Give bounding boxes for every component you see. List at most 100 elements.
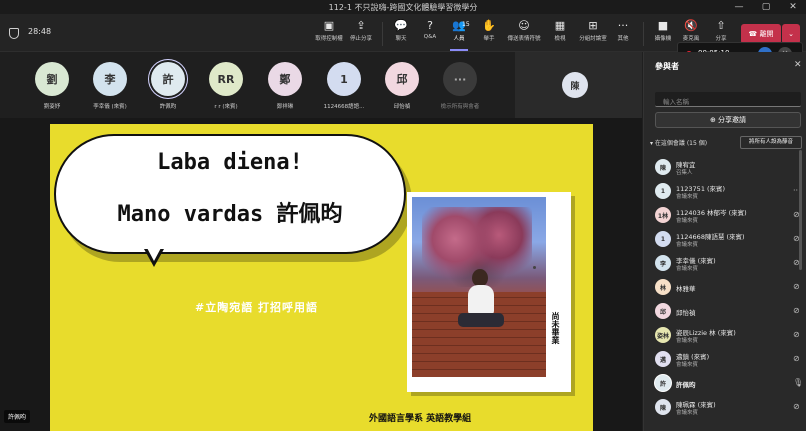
- phone-icon: ☎: [748, 30, 760, 38]
- participant-row[interactable]: 李李幸儀 (來賓) 會議來賓 ⊘: [644, 252, 806, 274]
- avatar: 許: [151, 62, 185, 96]
- mic-off-icon: ⊘: [793, 402, 800, 411]
- qa-icon: ?: [427, 19, 433, 32]
- leave-button[interactable]: ☎ 離開: [741, 24, 781, 44]
- participant-tile[interactable]: 劉劉姿妤: [23, 62, 81, 110]
- people-count-badge: 15: [462, 21, 470, 28]
- window-title: 112-1 不只說嗨-跨國文化體驗學習微學分: [328, 2, 478, 12]
- person-legs-shape: [458, 313, 504, 327]
- participant-row[interactable]: 許許佩昀 🎙: [644, 372, 806, 394]
- people-button[interactable]: 👥 15 人員: [442, 18, 476, 51]
- avatar: 1: [327, 62, 361, 96]
- mute-all-button[interactable]: 將所有人設為靜音: [740, 136, 802, 149]
- breakout-rooms-button[interactable]: ⊞ 分組討論室: [576, 18, 610, 50]
- window-title-bar: 112-1 不只說嗨-跨國文化體驗學習微學分: [0, 0, 806, 14]
- section-header[interactable]: ▾ 在這個會議 (15 個): [650, 138, 707, 147]
- panel-title: 參與者: [655, 62, 679, 71]
- toolbar-divider: [643, 22, 644, 46]
- avatar: 1: [655, 231, 671, 247]
- participant-row[interactable]: 1林 1124036 林郁岑 (來賓) 會議來賓 ⊘: [644, 204, 806, 226]
- avatar: 許: [655, 375, 671, 391]
- leave-options-dropdown[interactable]: ⌄: [782, 24, 800, 44]
- participant-row[interactable]: 1 1124668陳語慧 (來賓) 會議來賓 ⊘: [644, 228, 806, 250]
- view-button[interactable]: ▦ 檢視: [543, 18, 577, 50]
- participant-row[interactable]: 1 1123751 (來賓) 會議來賓 ···: [644, 180, 806, 202]
- raise-hand-button[interactable]: ✋ 舉手: [472, 18, 506, 50]
- avatar: 陳: [655, 159, 671, 175]
- photo-frame: 尚未畢業: [407, 192, 571, 392]
- participant-row[interactable]: 姿林 姿辰Lizzie 林 (來賓) 會議來賓 ⊘: [644, 324, 806, 346]
- avatar: 邱: [655, 303, 671, 319]
- participant-search-input[interactable]: 輸入名稱: [655, 92, 801, 107]
- avatar: 李: [93, 62, 127, 96]
- mic-off-icon: ⊘: [793, 330, 800, 339]
- close-icon[interactable]: ✕: [794, 60, 802, 70]
- mic-off-icon: ⊘: [793, 306, 800, 315]
- stop-share-button[interactable]: ⇪ 停止分享: [344, 18, 378, 50]
- chevron-down-icon: ⌄: [788, 30, 794, 38]
- avatar: RR: [209, 62, 243, 96]
- camera-off-icon: ■: [657, 19, 669, 32]
- participant-row[interactable]: 林林雅華 ⊘: [644, 276, 806, 298]
- participants-panel: 參與者 ✕ 輸入名稱 ⊕ 分享邀請 ▾ 在這個會議 (15 個) 將所有人設為靜…: [643, 52, 806, 431]
- intro-text: Mano vardas 許佩昀: [117, 202, 343, 227]
- mic-off-icon: ⊘: [793, 282, 800, 291]
- presenter-name-tag: 許佩昀: [4, 410, 31, 423]
- mic-off-icon: 🔇: [684, 19, 698, 32]
- avatar: 李: [655, 255, 671, 271]
- avatar: 姿林: [655, 327, 671, 343]
- stop-share-icon: ⇪: [356, 19, 366, 32]
- add-person-icon: ⊕: [709, 116, 719, 124]
- portrait-photo: [412, 197, 546, 377]
- photo-side-text: 尚未畢業: [551, 312, 560, 344]
- grid-icon: ▦: [554, 19, 566, 32]
- participant-tile[interactable]: 許許佩昀: [139, 62, 197, 110]
- greeting-text: Laba diena!: [157, 150, 303, 175]
- participant-tile[interactable]: 鄭鄭祥琳: [256, 62, 314, 110]
- participant-tile[interactable]: 邱邱怡禎: [373, 62, 431, 110]
- rooms-icon: ⊞: [588, 19, 598, 32]
- participant-tile[interactable]: 李李幸儀 (來賓): [81, 62, 139, 110]
- avatar: 邁: [655, 351, 671, 367]
- speech-bubble: Laba diena! Mano vardas 許佩昀: [54, 134, 406, 254]
- bubble-tail-fill: [146, 246, 162, 261]
- participant-row[interactable]: 邱邱怡禎 ⊘: [644, 300, 806, 322]
- mouse-cursor: [533, 266, 536, 269]
- pinned-participant-tile[interactable]: 陳: [515, 52, 642, 118]
- chat-icon: 💬: [394, 19, 408, 32]
- person-body-shape: [468, 285, 494, 315]
- avatar: 1: [655, 183, 671, 199]
- shield-icon: [9, 28, 19, 39]
- panel-scrollbar[interactable]: [799, 150, 802, 270]
- avatar: 鄭: [268, 62, 302, 96]
- share-invite-button[interactable]: ⊕ 分享邀請: [655, 112, 801, 128]
- shared-screen-stage: Laba diena! Mano vardas 許佩昀 #立陶宛語 打招呼用語 …: [0, 118, 642, 431]
- minimize-button[interactable]: —: [726, 0, 752, 14]
- hand-icon: ✋: [482, 19, 496, 32]
- participant-row[interactable]: 陳陳宥宜 召集人: [644, 156, 806, 178]
- take-control-button[interactable]: ▣ 取得控制權: [312, 18, 346, 50]
- reactions-button[interactable]: ☺ 傳送表情符號: [507, 18, 541, 50]
- toolbar-divider: [382, 22, 383, 46]
- view-all-participants-button[interactable]: ··· 檢示所有與會者: [431, 62, 489, 110]
- meeting-timer: 28:48: [28, 27, 52, 36]
- participant-tile[interactable]: RR r r (來賓): [197, 62, 255, 110]
- avatar: 林: [655, 279, 671, 295]
- hashtag-text: #立陶宛語 打招呼用語: [195, 301, 319, 314]
- take-control-icon: ▣: [323, 19, 335, 32]
- maximize-button[interactable]: ▢: [753, 0, 779, 14]
- presentation-slide: Laba diena! Mano vardas 許佩昀 #立陶宛語 打招呼用語 …: [50, 124, 593, 431]
- close-window-button[interactable]: ✕: [780, 0, 806, 14]
- avatar: 邱: [385, 62, 419, 96]
- more-icon: ···: [617, 19, 629, 32]
- participant-row[interactable]: 陳陳珮霖 (來賓) 會議來賓 ⊘: [644, 396, 806, 418]
- avatar: 陳: [562, 72, 588, 98]
- share-icon: ⇧: [716, 19, 726, 32]
- more-options-button[interactable]: ··· 其他: [606, 18, 640, 50]
- more-icon: ···: [443, 62, 477, 96]
- participant-tile[interactable]: 1 1124668語語...: [315, 62, 373, 110]
- avatar: 陳: [655, 399, 671, 415]
- participant-row[interactable]: 邁邁鎮 (來賓) 會議來賓 ⊘: [644, 348, 806, 370]
- smile-icon: ☺: [518, 19, 530, 32]
- avatar: 1林: [655, 207, 671, 223]
